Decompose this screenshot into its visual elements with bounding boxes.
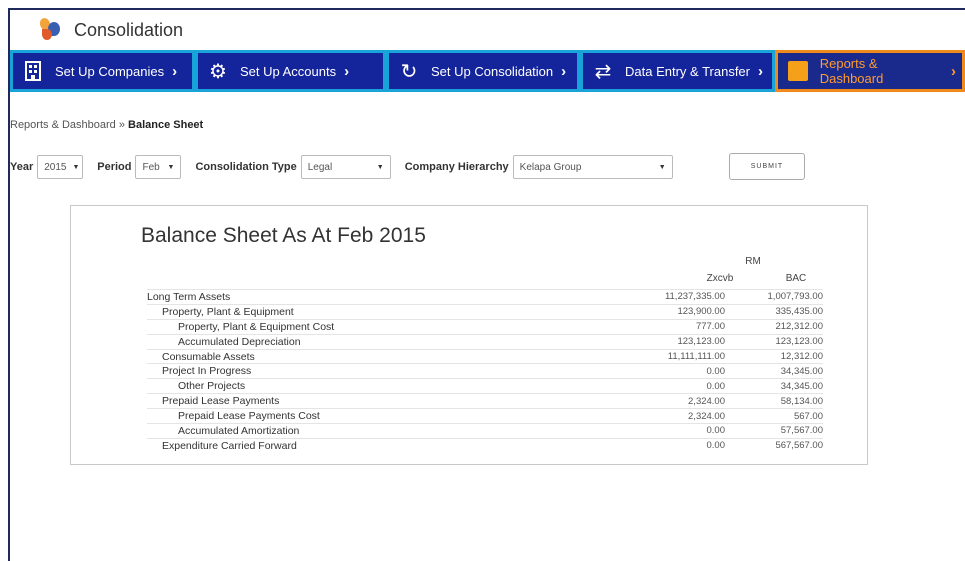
currency-label: RM <box>745 256 761 267</box>
app-logo <box>36 16 64 44</box>
submit-button[interactable]: SUBMIT <box>729 153 805 180</box>
breadcrumb: Reports & Dashboard » Balance Sheet <box>10 119 204 131</box>
table-row: Prepaid Lease Payments 2,324.00 58,134.00 <box>147 393 823 408</box>
nav-set-up-accounts[interactable]: ⚙ Set Up Accounts › <box>195 50 386 92</box>
caret-down-icon: ▼ <box>167 163 175 171</box>
company-hierarchy-select[interactable]: Kelapa Group ▼ <box>512 155 673 179</box>
table-row: Accumulated Amortization 0.00 57,567.00 <box>147 423 823 438</box>
chevron-right-icon: › <box>172 62 178 80</box>
caret-down-icon: ▼ <box>376 163 384 171</box>
chevron-right-icon: › <box>758 62 763 80</box>
breadcrumb-parent[interactable]: Reports & Dashboard <box>10 119 116 131</box>
table-row: Other Projects 0.00 34,345.00 <box>147 378 823 393</box>
table-row: Accumulated Depreciation 123,123.00 123,12… <box>147 333 823 349</box>
consolidation-type-label: Consolidation Type <box>195 161 297 173</box>
nav-reports-dashboard[interactable]: Reports & Dashboard › <box>775 50 965 92</box>
nav-label: Data Entry & Transfer <box>625 63 750 79</box>
breadcrumb-current: Balance Sheet <box>128 119 204 131</box>
table-row: Prepaid Lease Payments Cost 2,324.00 567.0… <box>147 408 823 423</box>
nav-set-up-companies[interactable]: Set Up Companies › <box>10 50 195 92</box>
filter-bar: Year 2015 ▼ Period Feb ▼ Consolidation Typ… <box>10 155 687 179</box>
nav-label: Reports & Dashboard <box>819 56 884 86</box>
table-row: Project In Progress 0.00 34,345.00 <box>147 363 823 378</box>
report-rows: Long Term Assets 11,237,335.00 1,007,793.0… <box>147 289 823 453</box>
chevron-right-icon: › <box>344 62 350 80</box>
nav-label: Set Up Accounts <box>240 63 337 79</box>
consolidation-type-select[interactable]: Legal ▼ <box>300 155 391 179</box>
report-icon <box>788 61 808 81</box>
company-hierarchy-label: Company Hierarchy <box>404 161 509 173</box>
app-title: Consolidation <box>74 19 184 40</box>
year-select[interactable]: 2015 ▼ <box>37 155 84 179</box>
caret-down-icon: ▼ <box>72 163 80 171</box>
nav-data-entry-transfer[interactable]: ⇄ Data Entry & Transfer › <box>580 50 775 92</box>
table-row: Consumable Assets 11,111,111.00 12,312.00 <box>147 348 823 364</box>
building-icon <box>23 61 43 81</box>
caret-down-icon: ▼ <box>658 163 666 171</box>
column-header-bac: BAC <box>785 273 807 284</box>
table-row: Long Term Assets 11,237,335.00 1,007,793.0… <box>147 289 823 303</box>
table-row: Expenditure Carried Forward 0.00 567,567.0… <box>147 437 823 453</box>
chevron-right-icon: › <box>561 62 567 80</box>
main-nav: Set Up Companies › ⚙ Set Up Accounts › ↻… <box>10 50 965 92</box>
nav-label: Set Up Companies <box>55 63 165 79</box>
balance-sheet-report: Balance Sheet As At Feb 2015 RM Zxcvb BA… <box>70 205 868 465</box>
column-header-zxcvb: Zxcvb <box>706 273 734 284</box>
app-header: Consolidation <box>10 10 965 50</box>
year-label: Year <box>10 161 34 173</box>
table-row: Property, Plant & Equipment 123,900.00 335… <box>147 303 823 319</box>
table-row: Property, Plant & Equipment Cost 777.00 21… <box>147 318 823 334</box>
chevron-right-icon: › <box>951 62 956 80</box>
period-label: Period <box>97 161 132 173</box>
nav-set-up-consolidation[interactable]: ↻ Set Up Consolidation › <box>386 50 580 92</box>
period-select[interactable]: Feb ▼ <box>135 155 182 179</box>
cycle-icon: ↻ <box>400 60 418 83</box>
gears-icon: ⚙ <box>209 60 227 83</box>
transfer-arrows-icon: ⇄ <box>594 60 612 83</box>
report-title: Balance Sheet As At Feb 2015 <box>141 224 426 247</box>
nav-label: Set Up Consolidation <box>431 63 554 79</box>
